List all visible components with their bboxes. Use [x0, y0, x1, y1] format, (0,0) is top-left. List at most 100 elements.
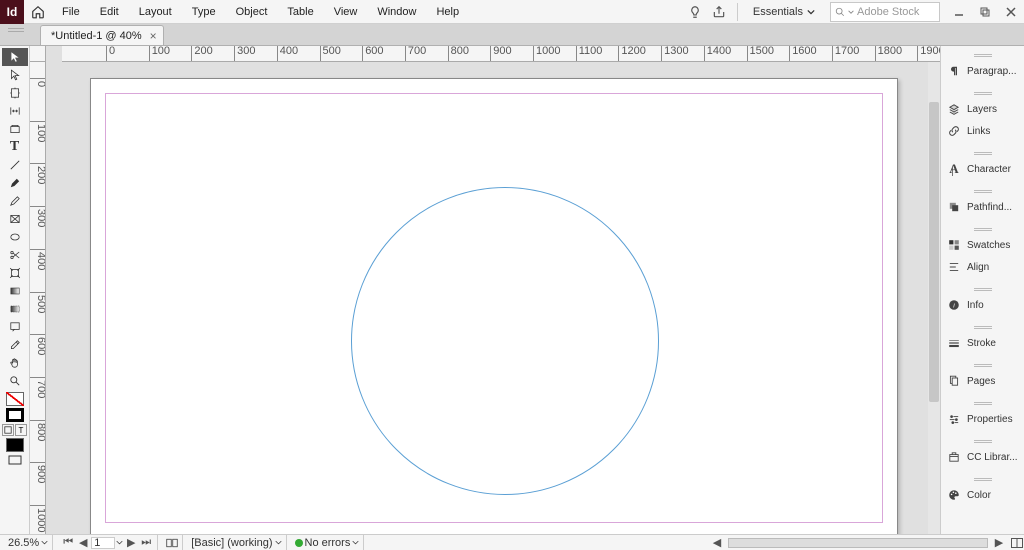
note-tool[interactable] [2, 318, 28, 336]
minimize-button[interactable] [946, 2, 972, 22]
ellipse-tool[interactable] [2, 228, 28, 246]
first-page-button[interactable]: ⏮ [61, 536, 75, 550]
maximize-button[interactable] [972, 2, 998, 22]
ruler-tick: 1400 [704, 46, 731, 62]
gradient-feather-tool[interactable] [2, 300, 28, 318]
pencil-tool[interactable] [2, 192, 28, 210]
stroke-swatch[interactable] [6, 408, 24, 422]
ruler-origin[interactable] [30, 46, 46, 62]
menu-type[interactable]: Type [182, 0, 226, 24]
panel-pages[interactable]: Pages [941, 370, 1024, 392]
fill-swatch[interactable] [6, 392, 24, 406]
type-tool[interactable]: T [2, 138, 28, 156]
ruler-tick: 600 [30, 334, 46, 355]
panel-label: Layers [967, 104, 997, 115]
document-tab[interactable]: *Untitled-1 @ 40% × [40, 25, 164, 45]
page-tool[interactable] [2, 84, 28, 102]
zoom-value: 26.5% [8, 537, 39, 549]
panel-links[interactable]: Links [941, 120, 1024, 142]
menu-table[interactable]: Table [277, 0, 323, 24]
ruler-tick: 100 [149, 46, 170, 62]
vertical-ruler[interactable]: 01002003004005006007008009001000 [30, 62, 46, 534]
horizontal-ruler[interactable]: 0100200300400500600700800900100011001200… [62, 46, 940, 62]
workspace-switcher[interactable]: Essentials [744, 2, 824, 22]
pencil-icon [9, 195, 21, 207]
next-page-button[interactable]: ▶ [124, 536, 138, 550]
ruler-tick: 500 [30, 292, 46, 313]
pen-tool[interactable] [2, 174, 28, 192]
scissors-tool[interactable] [2, 246, 28, 264]
gradient-feather-icon [9, 303, 21, 315]
formatting-text[interactable]: T [15, 424, 27, 436]
split-view-button[interactable] [1010, 536, 1024, 550]
gradient-swatch-tool[interactable] [2, 282, 28, 300]
menu-edit[interactable]: Edit [90, 0, 129, 24]
menu-object[interactable]: Object [226, 0, 278, 24]
formatting-container[interactable] [2, 424, 14, 436]
panel-character[interactable]: A|Character [941, 158, 1024, 180]
menu-file[interactable]: File [52, 0, 90, 24]
zoom-tool[interactable] [2, 372, 28, 390]
panel-pathfind[interactable]: Pathfind... [941, 196, 1024, 218]
menu-help[interactable]: Help [426, 0, 469, 24]
line-tool[interactable] [2, 156, 28, 174]
rectangle-frame-tool[interactable] [2, 210, 28, 228]
direct-selection-tool[interactable] [2, 66, 28, 84]
panel-label: CC Librar... [967, 452, 1018, 463]
tips-button[interactable] [683, 0, 707, 24]
stock-search[interactable]: Adobe Stock [830, 2, 940, 22]
ruler-tick: 200 [191, 46, 212, 62]
selection-tool[interactable] [2, 48, 28, 66]
panel-info[interactable]: iInfo [941, 294, 1024, 316]
menu-view[interactable]: View [324, 0, 368, 24]
gap-tool[interactable] [2, 102, 28, 120]
panel-swatches[interactable]: Swatches [941, 234, 1024, 256]
open-master-button[interactable] [162, 535, 183, 550]
last-page-button[interactable]: ⏭ [139, 536, 153, 550]
workspace-label: Essentials [753, 6, 803, 18]
panel-layers[interactable]: Layers [941, 98, 1024, 120]
tab-bar-grip[interactable] [4, 28, 28, 40]
panel-label: Color [967, 490, 991, 501]
ruler-tick: 500 [320, 46, 341, 62]
view-mode-toggle[interactable] [6, 454, 24, 466]
menu-window[interactable]: Window [367, 0, 426, 24]
free-transform-tool[interactable] [2, 264, 28, 282]
document-page[interactable] [90, 78, 898, 534]
preflight-status[interactable]: No errors [291, 535, 365, 550]
ellipse-shape[interactable] [351, 187, 659, 495]
ruler-tick: 800 [448, 46, 469, 62]
panel-properties[interactable]: Properties [941, 408, 1024, 430]
panel-color[interactable]: Color [941, 484, 1024, 506]
paragrap-icon [947, 64, 961, 78]
ruler-tick: 1800 [875, 46, 902, 62]
close-window-button[interactable] [998, 2, 1024, 22]
home-button[interactable] [24, 0, 52, 24]
ruler-tick: 700 [405, 46, 426, 62]
page-number-field[interactable]: 1 [91, 537, 115, 549]
zoom-level[interactable]: 26.5% [4, 535, 53, 550]
canvas-area[interactable] [46, 62, 940, 534]
tab-close-button[interactable]: × [150, 29, 157, 43]
eyedropper-tool[interactable] [2, 336, 28, 354]
preflight-profile[interactable]: [Basic] (working) [187, 535, 286, 550]
hand-tool[interactable] [2, 354, 28, 372]
scroll-right-button[interactable]: ▶ [992, 536, 1006, 550]
panel-align[interactable]: Align [941, 256, 1024, 278]
spread-icon [166, 538, 178, 548]
content-collector-tool[interactable] [2, 120, 28, 138]
scrollbar-thumb[interactable] [929, 102, 939, 402]
prev-page-button[interactable]: ◀ [76, 536, 90, 550]
apply-color[interactable] [6, 438, 24, 452]
ellipse-icon [9, 231, 21, 243]
horizontal-scrollbar[interactable] [728, 538, 988, 548]
menu-layout[interactable]: Layout [129, 0, 182, 24]
share-button[interactable] [707, 0, 731, 24]
panel-paragrap[interactable]: Paragrap... [941, 60, 1024, 82]
panel-stroke[interactable]: Stroke [941, 332, 1024, 354]
scroll-left-button[interactable]: ◀ [710, 536, 724, 550]
vertical-scrollbar[interactable] [928, 62, 940, 534]
scissors-icon [9, 249, 21, 261]
panel-cclibrar[interactable]: CC Librar... [941, 446, 1024, 468]
chevron-down-icon [116, 539, 123, 546]
